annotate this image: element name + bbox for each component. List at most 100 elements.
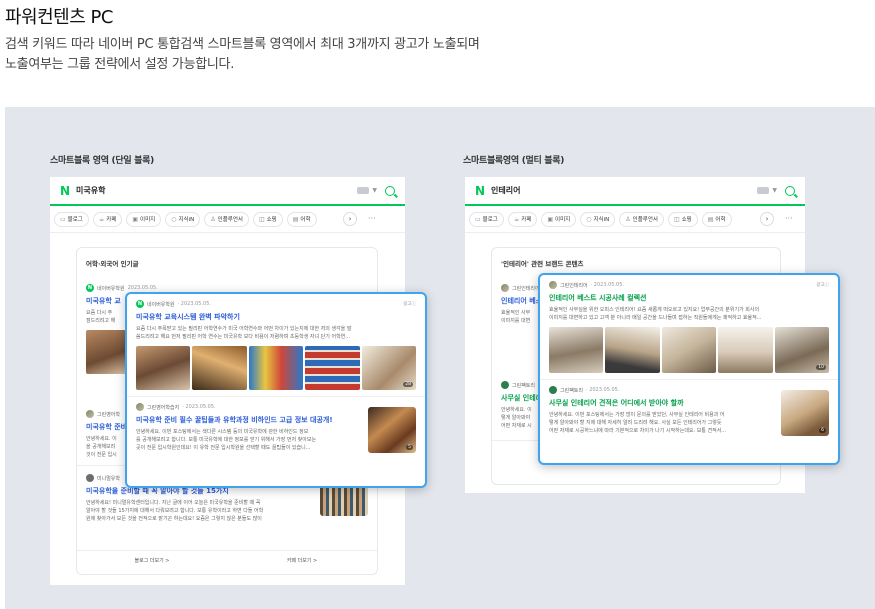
source-name: 네이버유학원 bbox=[97, 285, 125, 292]
source-name: 그린팩토리 bbox=[560, 387, 584, 394]
tab-language[interactable]: ▤ 어학 bbox=[701, 211, 732, 227]
tab-cafe[interactable]: ☕ 카페 bbox=[507, 211, 538, 227]
ad-item[interactable]: 그린영어학습지 · 2023.05.05. 미국유학 준비 필수 꿀팁들과 유학과… bbox=[127, 401, 425, 471]
description-line: 노출여부는 그룹 전략에서 설정 가능합니다. bbox=[5, 57, 235, 72]
tab-label: 카페 bbox=[521, 217, 532, 223]
tab-shopping[interactable]: ◫ 쇼핑 bbox=[667, 211, 698, 227]
tab-label: 어학 bbox=[715, 217, 726, 223]
image-count: 10 bbox=[816, 365, 826, 370]
post-date: · 2023.05.05. bbox=[590, 282, 625, 288]
blog-more-link[interactable]: 블로그 더보기 > bbox=[77, 557, 227, 564]
tab-influencer[interactable]: ♙ 인플루언서 bbox=[204, 211, 249, 227]
photo bbox=[718, 327, 773, 373]
tab-label: 쇼핑 bbox=[681, 217, 692, 223]
cafe-icon: ☕ bbox=[98, 215, 105, 223]
card-title: '인테리어' 관련 브랜드 콘텐츠 bbox=[501, 260, 584, 268]
card-footer: 블로그 더보기 > 카페 더보기 > bbox=[77, 550, 377, 570]
post-date: · 2023.05.05. bbox=[177, 301, 212, 307]
cafe-more-link[interactable]: 카페 더보기 > bbox=[227, 557, 377, 564]
image-strip[interactable]: 10 bbox=[549, 327, 830, 373]
photo bbox=[86, 330, 126, 374]
ad-snippet: 떻게 알아봐야 할 지에 대해 자세히 알려 드리려 해요. 사실 모든 인테리… bbox=[549, 420, 722, 426]
ad-item[interactable]: 그린팩토리 · 2023.05.05. 사무실 인테리어 견적은 어디에서 받아야… bbox=[540, 384, 838, 454]
tab-image[interactable]: ▣ 이미지 bbox=[126, 211, 162, 227]
tab-blog[interactable]: ▭ 블로그 bbox=[54, 211, 89, 227]
ad-highlight-multi: 그린인테리어 · 2023.05.05. 광고ⓘ 인테리어 베스트 시공사례 컬렉션… bbox=[538, 273, 840, 465]
kin-icon: ○ bbox=[586, 215, 592, 223]
photo bbox=[305, 346, 360, 390]
tab-bar: ▭ 블로그 ☕ 카페 ▣ 이미지 ○ 지식iN ♙ 인플루언서 ◫ 쇼핑 ▤ 어학 › ··· bbox=[465, 206, 805, 233]
blog-icon: ▭ bbox=[475, 215, 481, 223]
ad-snippet: 효율적인 사무실을 위한 오피스 인테리어! 요즘 새롭게 떠오르고 있지요! … bbox=[549, 307, 760, 313]
chevron-down-icon[interactable]: ▼ bbox=[772, 187, 777, 194]
ad-snippet: 안녕하세요. 이번 포스팅에서는 색다른 시스템 등의 미국유학에 관한 비하인… bbox=[136, 429, 309, 435]
photo bbox=[605, 327, 660, 373]
search-bar[interactable]: N 인테리어 ▼ bbox=[465, 177, 805, 206]
tab-kin[interactable]: ○ 지식iN bbox=[165, 211, 201, 227]
page-title: 파워컨텐츠 PC bbox=[5, 7, 113, 28]
search-icon[interactable] bbox=[785, 185, 795, 196]
naver-badge-icon: N bbox=[86, 284, 94, 292]
tab-label: 블로그 bbox=[482, 217, 498, 223]
tab-image[interactable]: ▣ 이미지 bbox=[541, 211, 577, 227]
tab-influencer[interactable]: ♙ 인플루언서 bbox=[619, 211, 664, 227]
tab-shopping[interactable]: ◫ 쇼핑 bbox=[252, 211, 283, 227]
source-name: 네이버유학원 bbox=[147, 301, 175, 308]
kin-icon: ○ bbox=[171, 215, 177, 223]
tab-label: 이미지 bbox=[140, 217, 156, 223]
source-name: 미니멀유학 bbox=[97, 475, 121, 482]
tab-language[interactable]: ▤ 어학 bbox=[286, 211, 317, 227]
image-strip[interactable]: 28 bbox=[136, 346, 417, 390]
tab-kin[interactable]: ○ 지식iN bbox=[580, 211, 616, 227]
more-icon[interactable]: ··· bbox=[368, 214, 376, 223]
bag-icon: ◫ bbox=[673, 215, 680, 223]
keyboard-icon[interactable] bbox=[757, 187, 770, 194]
chevron-down-icon[interactable]: ▼ bbox=[372, 187, 377, 194]
ad-snippet: 씀드리려고 해요 먼저 필리핀 어학 연수는 미국유학 보다 비용이 저렴하며 … bbox=[136, 334, 351, 340]
ad-snippet: 안녕하세요. 이번 포스팅에서는 가장 많이 문의를 받았던, 사무실 인테리어… bbox=[549, 412, 725, 418]
tab-label: 이미지 bbox=[555, 217, 571, 223]
search-query[interactable]: 인테리어 bbox=[491, 185, 757, 196]
avatar bbox=[501, 284, 509, 292]
tab-blog[interactable]: ▭ 블로그 bbox=[469, 211, 504, 227]
tab-bar: ▭ 블로그 ☕ 카페 ▣ 이미지 ○ 지식iN ♙ 인플루언서 ◫ 쇼핑 ▤ 어학 › ··· bbox=[50, 206, 405, 233]
search-bar[interactable]: N 미국유학 ▼ bbox=[50, 177, 405, 206]
naver-logo: N bbox=[475, 183, 486, 198]
post-date: 2023.05.05. bbox=[127, 285, 158, 291]
photo bbox=[248, 346, 304, 390]
tab-label: 카페 bbox=[106, 217, 117, 223]
avatar bbox=[549, 281, 557, 289]
ad-item[interactable]: N 네이버유학원 · 2023.05.05. 광고ⓘ 미국유학 교육시스템 완벽 파악… bbox=[127, 298, 425, 390]
tab-label: 쇼핑 bbox=[266, 217, 277, 223]
cafe-icon: ☕ bbox=[513, 215, 520, 223]
ad-badge[interactable]: 광고ⓘ bbox=[403, 301, 416, 307]
divider bbox=[540, 379, 838, 380]
person-icon: ♙ bbox=[625, 215, 631, 223]
card-title: 어학·외국어 인기글 bbox=[86, 260, 139, 268]
avatar bbox=[501, 381, 509, 389]
description-line: 검색 키워드 따라 네이버 PC 통합검색 스마트블록 영역에서 최대 3개까지… bbox=[5, 37, 480, 52]
ad-badge[interactable]: 광고ⓘ bbox=[816, 282, 829, 288]
book-icon: ▤ bbox=[292, 215, 299, 223]
interior-thumbnail: 6 bbox=[781, 390, 829, 436]
avatar bbox=[549, 386, 557, 394]
tab-cafe[interactable]: ☕ 카페 bbox=[92, 211, 123, 227]
ad-title[interactable]: 미국유학 교육시스템 완벽 파악하기 bbox=[136, 312, 416, 322]
search-query[interactable]: 미국유학 bbox=[76, 185, 357, 196]
person-icon: ♙ bbox=[210, 215, 216, 223]
post-date: · 2023.05.05. bbox=[182, 404, 216, 410]
ad-snippet: 곳이 전문 입시학원인데요! 이 유학 전문 입시학원을 선택할 때도 꿀팁들이… bbox=[136, 445, 311, 451]
search-icon[interactable] bbox=[385, 185, 395, 196]
more-icon[interactable]: ··· bbox=[785, 214, 793, 223]
chevron-right-icon[interactable]: › bbox=[760, 212, 774, 226]
chevron-right-icon[interactable]: › bbox=[343, 212, 357, 226]
avatar bbox=[136, 403, 144, 411]
source-name: 그린영어학습지 bbox=[147, 404, 180, 411]
ad-snippet: 어떤 자재로 시공하느냐에 따라 기본적으로 차이가 나기 시작하는데요. 보통… bbox=[549, 428, 727, 434]
ad-title[interactable]: 인테리어 베스트 시공사례 컬렉션 bbox=[549, 293, 829, 303]
book-icon: ▤ bbox=[707, 215, 714, 223]
keyboard-icon[interactable] bbox=[357, 187, 370, 194]
photo bbox=[549, 327, 604, 373]
source-name: 그린인테리어 bbox=[560, 282, 588, 289]
ad-item[interactable]: 그린인테리어 · 2023.05.05. 광고ⓘ 인테리어 베스트 시공사례 컬렉션… bbox=[540, 279, 838, 373]
